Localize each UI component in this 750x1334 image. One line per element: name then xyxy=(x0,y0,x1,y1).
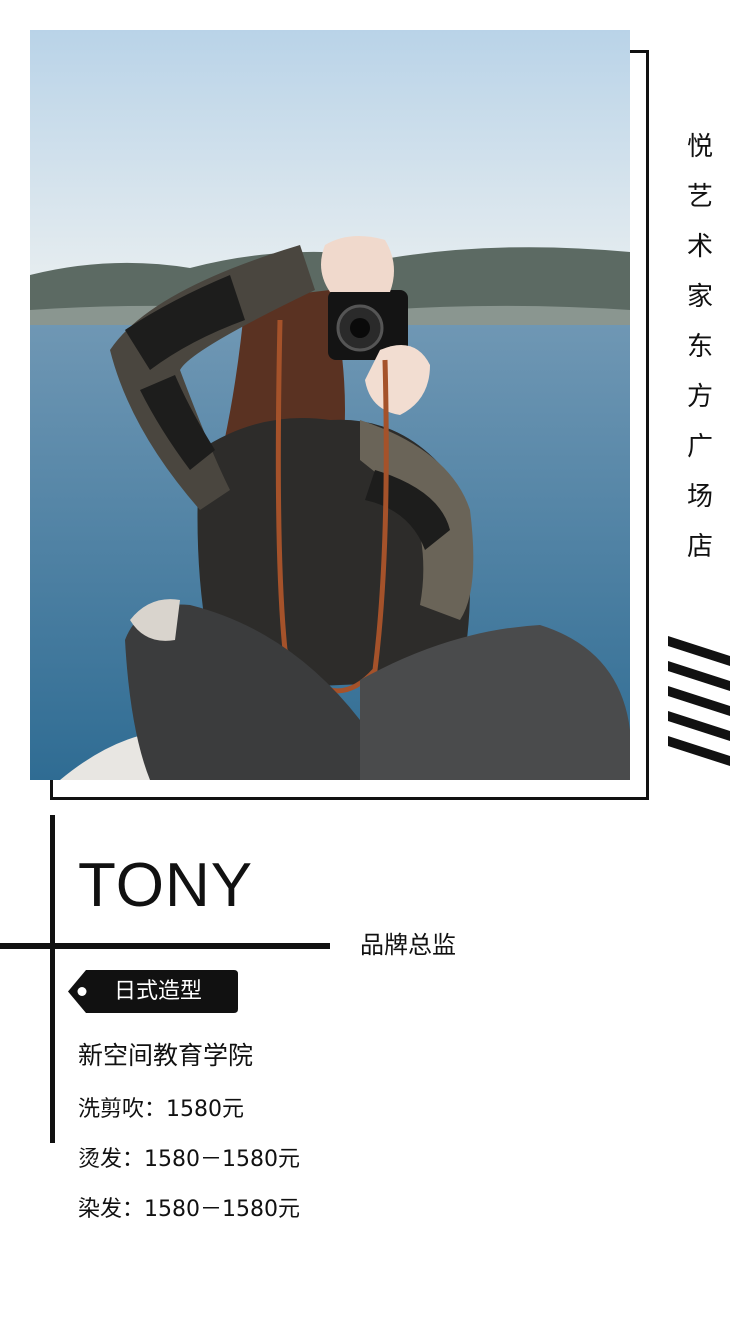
diagonal-stripes-icon xyxy=(668,636,730,770)
store-name-char: 方 xyxy=(686,382,713,412)
store-name-char: 店 xyxy=(686,532,713,562)
store-name-char: 东 xyxy=(686,332,713,362)
style-tag-label: 日式造型 xyxy=(114,979,203,1004)
photo-frame-bottom xyxy=(50,797,649,800)
price-item-dye: 染发：1580－1580元 xyxy=(78,1197,300,1222)
vertical-divider xyxy=(50,815,55,1143)
school-name: 新空间教育学院 xyxy=(78,1041,254,1070)
store-name-vertical: 悦 艺 术 家 东 方 广 场 店 xyxy=(680,122,720,572)
photo-woman-with-camera xyxy=(30,30,630,780)
price-item-perm: 烫发：1580－1580元 xyxy=(78,1147,300,1172)
store-name-char: 家 xyxy=(686,282,713,312)
photo-frame-right xyxy=(646,50,649,800)
photo-frame-top xyxy=(630,50,649,53)
price-item-cut: 洗剪吹：1580元 xyxy=(78,1097,244,1122)
store-name-char: 广 xyxy=(686,432,713,462)
store-name-char: 场 xyxy=(686,482,713,512)
store-name-char: 艺 xyxy=(686,182,713,212)
store-name-char: 悦 xyxy=(686,132,713,162)
stylist-role: 品牌总监 xyxy=(360,931,456,959)
photo-frame-left xyxy=(50,780,53,800)
stylist-name: TONY xyxy=(78,851,254,920)
horizontal-divider xyxy=(0,943,330,949)
store-name-char: 术 xyxy=(686,232,713,262)
hero-photo xyxy=(30,30,630,780)
